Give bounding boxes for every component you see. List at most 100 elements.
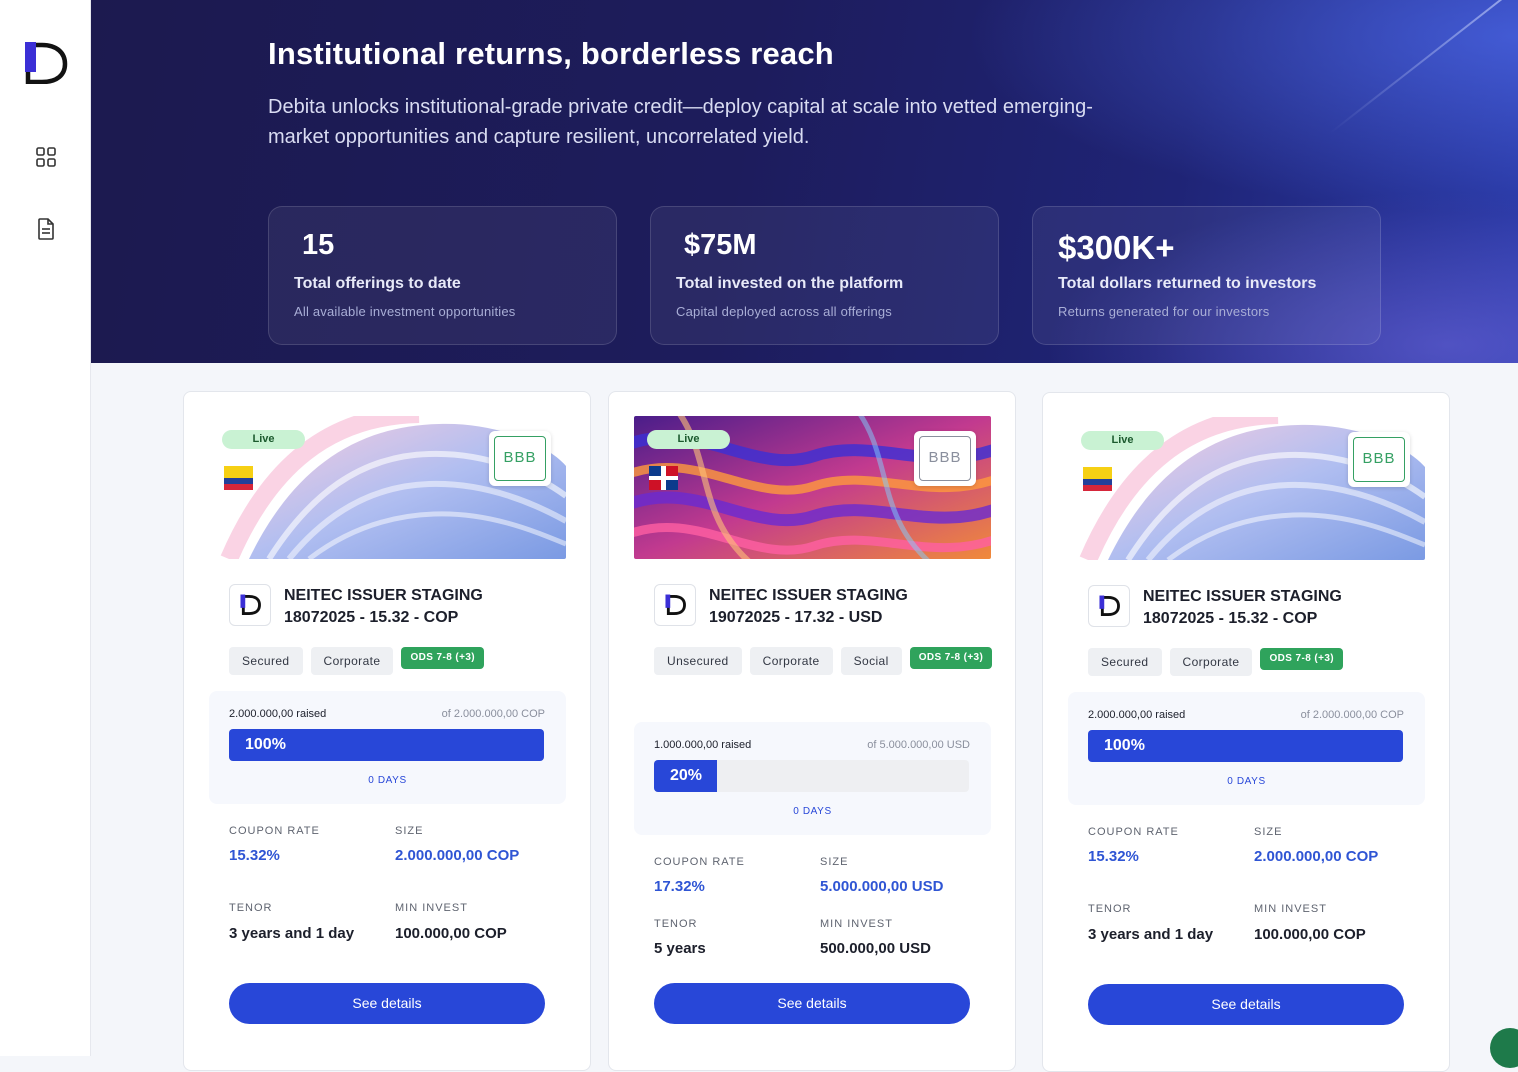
coupon-rate-value: 17.32% (654, 878, 705, 895)
colombia-flag-icon (224, 466, 253, 490)
tag: Corporate (311, 647, 394, 675)
coupon-rate-label: COUPON RATE (1088, 826, 1179, 838)
min-invest-value: 100.000,00 COP (1254, 926, 1366, 943)
offering-card: Live BBB NEITEC ISSUER STAGING 18072025 … (183, 391, 591, 1071)
offering-title[interactable]: NEITEC ISSUER STAGING 18072025 - 15.32 -… (1143, 586, 1433, 630)
coupon-rate-label: COUPON RATE (229, 825, 320, 837)
size-value: 2.000.000,00 COP (1254, 848, 1378, 865)
sidebar (0, 0, 91, 1056)
offering-banner-image: Live BBB (209, 416, 566, 559)
hero-title: Institutional returns, borderless reach (268, 36, 834, 72)
hero-banner: Institutional returns, borderless reach … (91, 0, 1518, 363)
help-chat-button[interactable] (1490, 1028, 1518, 1068)
status-badge: Live (1081, 431, 1164, 450)
tag: Secured (1088, 648, 1162, 676)
ods-tag: ODS 7-8 (+3) (401, 647, 484, 669)
min-invest-value: 500.000,00 USD (820, 940, 931, 957)
rating-badge: BBB (489, 431, 551, 486)
progress-fill: 20% (654, 760, 717, 792)
offering-banner-image: Live BBB (1068, 417, 1425, 560)
tag-list: Secured Corporate ODS 7-8 (+3) (229, 647, 569, 675)
offering-title[interactable]: NEITEC ISSUER STAGING 19072025 - 17.32 -… (709, 585, 999, 629)
stat-label: Total invested on the platform (676, 275, 903, 293)
offering-banner-image: Live BBB (634, 416, 991, 559)
tenor-label: TENOR (1088, 903, 1132, 915)
progress-bar: 20% (654, 760, 969, 792)
coupon-rate-label: COUPON RATE (654, 856, 745, 868)
size-label: SIZE (820, 856, 848, 868)
offering-title-line1: NEITEC ISSUER STAGING (709, 585, 999, 607)
stat-card-offerings: 15 Total offerings to date All available… (268, 206, 617, 345)
dominican-republic-flag-icon (649, 466, 678, 490)
funding-progress-box: 1.000.000,00 raised of 5.000.000,00 USD … (634, 722, 991, 835)
target-amount: of 5.000.000,00 USD (867, 739, 970, 751)
coupon-rate-value: 15.32% (229, 847, 280, 864)
coupon-rate-value: 15.32% (1088, 848, 1139, 865)
see-details-button[interactable]: See details (229, 983, 545, 1024)
tag-list: Unsecured Corporate Social ODS 7-8 (+3) (654, 647, 994, 675)
progress-fill: 100% (229, 729, 544, 761)
ods-tag: ODS 7-8 (+3) (1260, 648, 1343, 670)
tenor-value: 3 years and 1 day (1088, 926, 1213, 943)
rating-value: BBB (919, 436, 971, 481)
target-amount: of 2.000.000,00 COP (442, 708, 545, 720)
stat-value: $300K+ (1058, 229, 1175, 267)
see-details-button[interactable]: See details (1088, 984, 1404, 1025)
days-remaining: 0 DAYS (209, 775, 566, 786)
tenor-value: 3 years and 1 day (229, 925, 354, 942)
offering-title-line2: 18072025 - 15.32 - COP (1143, 608, 1433, 630)
tag: Secured (229, 647, 303, 675)
raised-amount: 2.000.000,00 raised (229, 708, 326, 720)
tag: Unsecured (654, 647, 742, 675)
rating-badge: BBB (914, 431, 976, 486)
days-remaining: 0 DAYS (1068, 776, 1425, 787)
status-badge: Live (222, 430, 305, 449)
rating-badge: BBB (1348, 432, 1410, 487)
days-remaining: 0 DAYS (634, 806, 991, 817)
issuer-logo (1088, 585, 1130, 627)
stat-value: 15 (302, 229, 334, 262)
tag-list: Secured Corporate ODS 7-8 (+3) (1088, 648, 1428, 676)
offering-title-line2: 18072025 - 15.32 - COP (284, 607, 574, 629)
tag: Social (841, 647, 902, 675)
min-invest-label: MIN INVEST (395, 902, 468, 914)
stat-value: $75M (684, 229, 757, 262)
size-value: 5.000.000,00 USD (820, 878, 943, 895)
hero-subtitle: Debita unlocks institutional-grade priva… (268, 92, 1118, 152)
tag: Corporate (750, 647, 833, 675)
document-icon[interactable] (34, 217, 58, 241)
see-details-button[interactable]: See details (654, 983, 970, 1024)
target-amount: of 2.000.000,00 COP (1301, 709, 1404, 721)
status-badge: Live (647, 430, 730, 449)
tag: Corporate (1170, 648, 1253, 676)
raised-amount: 2.000.000,00 raised (1088, 709, 1185, 721)
stat-description: Returns generated for our investors (1058, 304, 1270, 319)
progress-fill: 100% (1088, 730, 1403, 762)
raised-amount: 1.000.000,00 raised (654, 739, 751, 751)
stat-description: All available investment opportunities (294, 304, 516, 319)
light-streak (1329, 0, 1518, 134)
min-invest-label: MIN INVEST (1254, 903, 1327, 915)
min-invest-label: MIN INVEST (820, 918, 893, 930)
progress-bar: 100% (229, 729, 544, 761)
offering-title[interactable]: NEITEC ISSUER STAGING 18072025 - 15.32 -… (284, 585, 574, 629)
progress-bar: 100% (1088, 730, 1403, 762)
tenor-label: TENOR (654, 918, 698, 930)
size-label: SIZE (395, 825, 423, 837)
offering-title-line1: NEITEC ISSUER STAGING (1143, 586, 1433, 608)
offering-title-line2: 19072025 - 17.32 - USD (709, 607, 999, 629)
dashboard-grid-icon[interactable] (34, 145, 58, 169)
min-invest-value: 100.000,00 COP (395, 925, 507, 942)
rating-value: BBB (1353, 437, 1405, 482)
colombia-flag-icon (1083, 467, 1112, 491)
issuer-logo (654, 584, 696, 626)
stat-label: Total dollars returned to investors (1058, 275, 1316, 293)
offering-card: Live BBB NEITEC ISSUER STAGING 18072025 … (1042, 392, 1450, 1072)
stat-card-returned: $300K+ Total dollars returned to investo… (1032, 206, 1381, 345)
stat-label: Total offerings to date (294, 275, 461, 293)
size-label: SIZE (1254, 826, 1282, 838)
debita-logo[interactable] (24, 42, 68, 84)
size-value: 2.000.000,00 COP (395, 847, 519, 864)
offering-title-line1: NEITEC ISSUER STAGING (284, 585, 574, 607)
funding-progress-box: 2.000.000,00 raised of 2.000.000,00 COP … (209, 691, 566, 804)
